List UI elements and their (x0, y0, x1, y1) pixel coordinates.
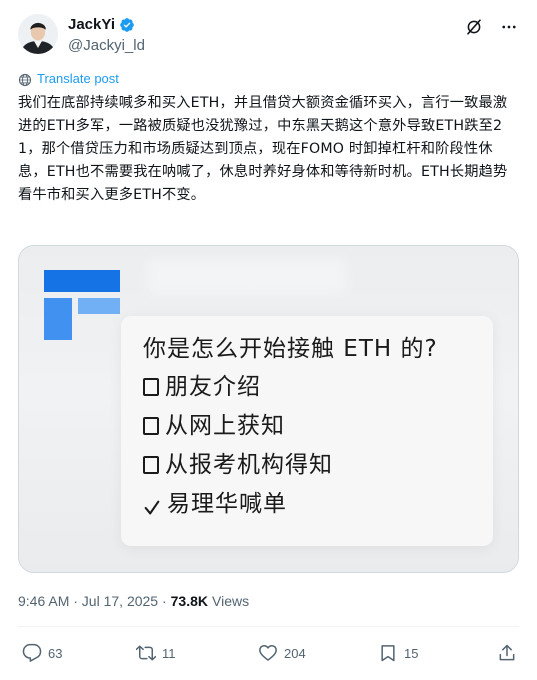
survey-option-label: 从网上获知 (165, 413, 285, 439)
checkbox-empty-icon (143, 378, 159, 396)
tweet-header: JackYi @Jackyi_ld (18, 14, 519, 58)
views-count: 73.8K (170, 593, 208, 609)
timestamp[interactable]: 9:46 AM · Jul 17, 2025 · (18, 591, 167, 611)
repost-count: 11 (162, 645, 176, 661)
survey-question: 你是怎么开始接触 ETH 的? (143, 336, 438, 362)
survey-option-label: 朋友介绍 (165, 374, 261, 400)
survey-card: 你是怎么开始接触 ETH 的? 朋友介绍 从网上获知 从报考机构得知 易理华喊单 (121, 316, 493, 546)
display-name[interactable]: JackYi (68, 15, 115, 35)
post-image[interactable]: 你是怎么开始接触 ETH 的? 朋友介绍 从网上获知 从报考机构得知 易理华喊单 (18, 245, 519, 573)
views-label: Views (212, 593, 250, 609)
name-row: JackYi (68, 15, 135, 35)
checkbox-empty-icon (143, 456, 159, 474)
survey-option-4: 易理华喊单 (143, 489, 287, 519)
grok-icon[interactable] (465, 18, 483, 36)
globe-icon (18, 72, 32, 87)
action-bar: 63 11 204 15 (18, 640, 519, 666)
like-button[interactable]: 204 (258, 640, 306, 666)
survey-option-2: 从网上获知 (143, 411, 285, 441)
survey-option-3: 从报考机构得知 (143, 450, 333, 480)
more-icon[interactable] (499, 18, 519, 36)
blurred-header-area (147, 258, 347, 294)
repost-icon (136, 645, 156, 661)
divider (18, 626, 519, 627)
reply-button[interactable]: 63 (22, 640, 62, 666)
survey-option-label: 易理华喊单 (167, 491, 287, 517)
translate-post-link[interactable]: Translate post (18, 70, 119, 88)
checkmark-icon (143, 495, 161, 515)
handle[interactable]: @Jackyi_ld (68, 36, 145, 56)
avatar[interactable] (18, 14, 58, 54)
reply-count: 63 (48, 645, 63, 661)
survey-option-label: 从报考机构得知 (165, 452, 333, 478)
tweet-meta: 9:46 AM · Jul 17, 2025 · 73.8K Views (18, 591, 249, 611)
bookmark-icon (381, 645, 395, 662)
share-button[interactable] (497, 640, 517, 666)
like-count: 204 (284, 645, 306, 661)
post-text: 我们在底部持续喊多和买入ETH，并且借贷大额资金循环买入，言行一致最激进的ETH… (18, 95, 508, 203)
tweet: JackYi @Jackyi_ld Translate post 我们在底部持续… (0, 0, 537, 680)
reply-icon (22, 643, 42, 662)
blue-logo-icon (44, 270, 120, 340)
share-icon (499, 644, 515, 661)
survey-option-1: 朋友介绍 (143, 372, 261, 402)
bookmark-button[interactable]: 15 (378, 640, 418, 666)
avatar-image (18, 14, 58, 54)
bookmark-count: 15 (404, 645, 419, 661)
checkbox-empty-icon (143, 417, 159, 435)
like-icon (259, 645, 277, 661)
verified-badge-icon (119, 17, 135, 33)
translate-label[interactable]: Translate post (37, 70, 119, 88)
repost-button[interactable]: 11 (136, 640, 176, 666)
